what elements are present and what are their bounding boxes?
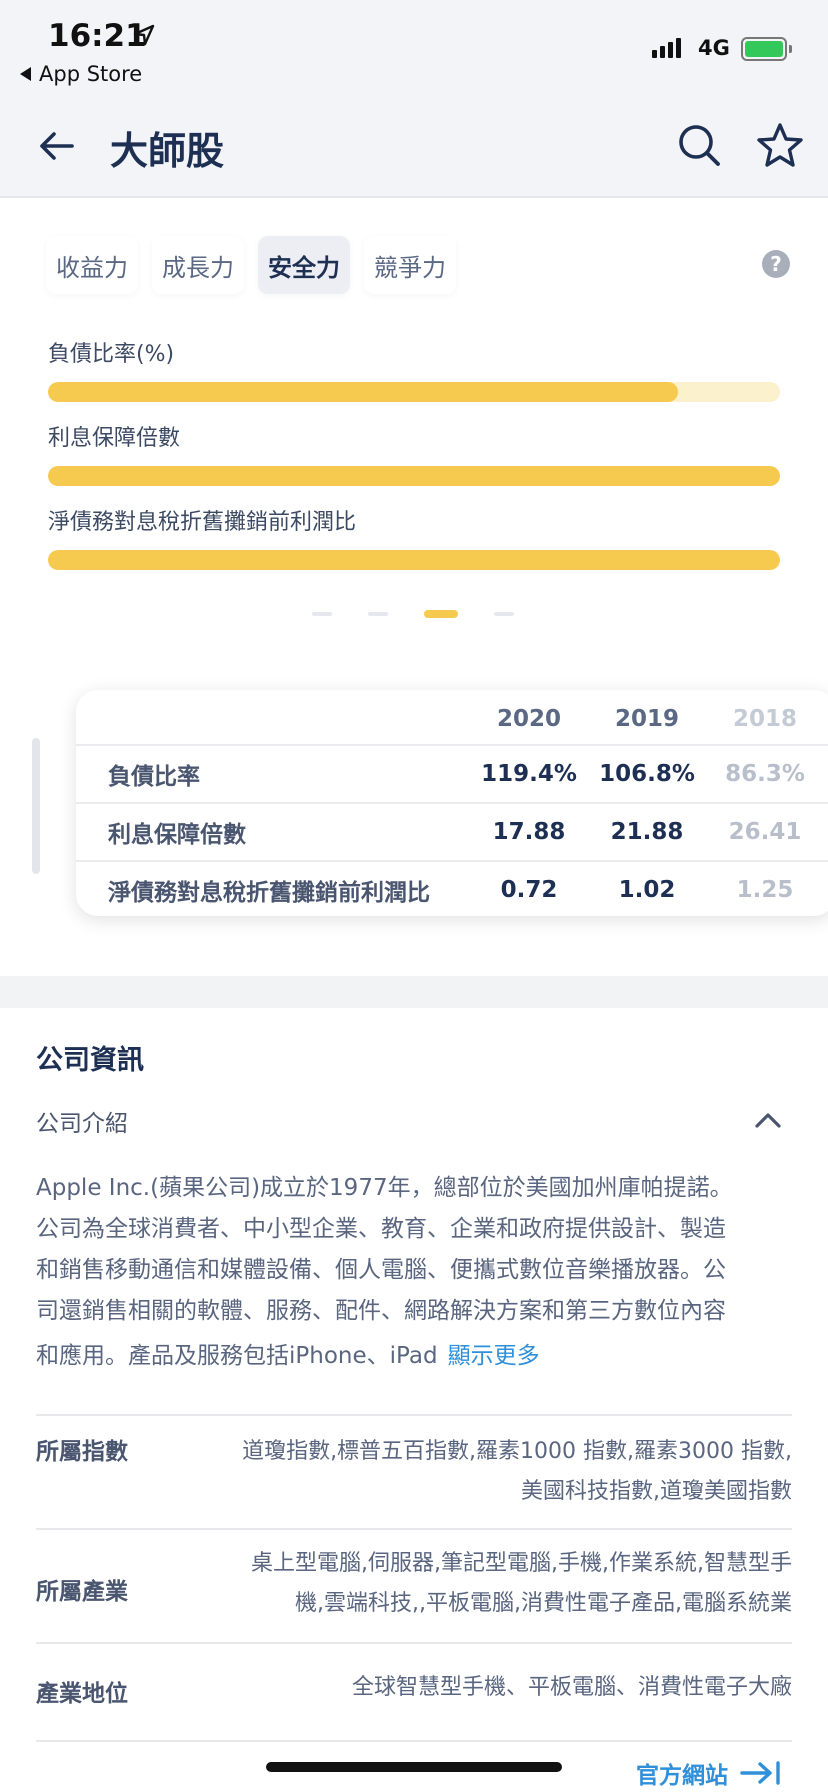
back-arrow-icon[interactable] bbox=[36, 126, 76, 166]
scroll-indicator bbox=[32, 738, 40, 874]
status-time: 16:21 bbox=[48, 18, 147, 54]
metric-label-interest-coverage: 利息保障倍數 bbox=[48, 426, 181, 451]
tab-safety[interactable]: 安全力 bbox=[258, 236, 350, 294]
detail-value: 道瓊指數,標普五百指數,羅素1000 指數,羅素3000 指數, 美國科技指數,… bbox=[242, 1432, 792, 1512]
table-cell: 17.88 bbox=[492, 819, 566, 845]
detail-value: 桌上型電腦,伺服器,筆記型電腦,手機,作業系統,智慧型手 機,雲端科技,,平板電… bbox=[251, 1544, 792, 1624]
detail-row-position: 產業地位 全球智慧型手機、平板電腦、消費性電子大廠 bbox=[36, 1642, 792, 1742]
company-info-title: 公司資訊 bbox=[36, 1045, 144, 1076]
detail-row-industry: 所屬產業 桌上型電腦,伺服器,筆記型電腦,手機,作業系統,智慧型手 機,雲端科技… bbox=[36, 1528, 792, 1642]
detail-line: 道瓊指數,標普五百指數,羅素1000 指數,羅素3000 指數, bbox=[242, 1439, 792, 1464]
section-divider bbox=[0, 976, 828, 1008]
table-cell: 26.41 bbox=[728, 819, 802, 845]
detail-row-index: 所屬指數 道瓊指數,標普五百指數,羅素1000 指數,羅素3000 指數, 美國… bbox=[36, 1414, 792, 1528]
table-row: 負債比率 119.4% 106.8% 86.3% bbox=[76, 744, 828, 802]
detail-key: 所屬產業 bbox=[36, 1579, 128, 1605]
table-cell: 1.25 bbox=[736, 877, 794, 903]
table-header-row: 2020 2019 2018 bbox=[76, 690, 828, 748]
location-arrow-icon bbox=[133, 24, 155, 46]
intro-line: 和應用。產品及服務包括iPhone、iPad bbox=[36, 1343, 438, 1369]
row-label: 負債比率 bbox=[108, 764, 200, 790]
year-header: 2020 bbox=[496, 706, 561, 732]
debt-ratio-bar bbox=[48, 382, 780, 402]
app-header: 16:21 App Store 4G 大師股 bbox=[0, 0, 828, 198]
table-row: 淨債務對息稅折舊攤銷前利潤比 0.72 1.02 1.25 bbox=[76, 860, 828, 916]
official-website-link[interactable]: 官方網站 bbox=[636, 1756, 782, 1790]
metrics-table[interactable]: 2020 2019 2018 負債比率 119.4% 106.8% 86.3% … bbox=[76, 690, 828, 916]
search-icon[interactable] bbox=[676, 122, 722, 168]
metric-label-debt-ratio: 負債比率(%) bbox=[48, 342, 175, 367]
detail-key: 產業地位 bbox=[36, 1681, 128, 1707]
metric-tabs: 收益力 成長力 安全力 競爭力 bbox=[46, 236, 456, 294]
intro-line: Apple Inc.(蘋果公司)成立於1977年，總部位於美國加州庫帕提諾。 bbox=[36, 1175, 733, 1201]
network-label: 4G bbox=[698, 36, 730, 60]
detail-line: 桌上型電腦,伺服器,筆記型電腦,手機,作業系統,智慧型手 bbox=[251, 1551, 792, 1576]
company-intro-title[interactable]: 公司介紹 bbox=[36, 1104, 128, 1138]
battery-icon bbox=[741, 37, 792, 61]
pager-dot[interactable] bbox=[494, 612, 514, 616]
back-app-label: App Store bbox=[39, 62, 143, 86]
row-label: 利息保障倍數 bbox=[108, 822, 246, 848]
detail-line: 全球智慧型手機、平板電腦、消費性電子大廠 bbox=[351, 1675, 792, 1700]
detail-value: 全球智慧型手機、平板電腦、消費性電子大廠 bbox=[352, 1668, 792, 1708]
official-website-label: 官方網站 bbox=[636, 1763, 728, 1789]
net-debt-ebitda-bar bbox=[48, 550, 780, 570]
metric-label-net-debt-ebitda: 淨債務對息稅折舊攤銷前利潤比 bbox=[48, 510, 357, 535]
table-cell: 0.72 bbox=[500, 877, 558, 903]
intro-line: 和銷售移動通信和媒體設備、個人電腦、便攜式數位音樂播放器。公 bbox=[36, 1257, 726, 1283]
year-header: 2018 bbox=[732, 706, 797, 732]
table-cell: 106.8% bbox=[599, 761, 695, 787]
back-to-app-store[interactable]: App Store bbox=[20, 62, 142, 86]
signal-icon bbox=[652, 38, 681, 58]
tab-profitability[interactable]: 收益力 bbox=[46, 236, 138, 294]
table-cell: 119.4% bbox=[481, 761, 577, 787]
intro-line: 司還銷售相關的軟體、服務、配件、網路解決方案和第三方數位內容 bbox=[36, 1298, 726, 1324]
pager-dot[interactable] bbox=[312, 612, 332, 616]
table-cell: 1.02 bbox=[618, 877, 676, 903]
star-icon[interactable] bbox=[756, 122, 804, 168]
help-icon[interactable]: ? bbox=[762, 250, 790, 278]
year-header: 2019 bbox=[614, 706, 679, 732]
company-intro-text: Apple Inc.(蘋果公司)成立於1977年，總部位於美國加州庫帕提諾。 公… bbox=[36, 1168, 794, 1377]
interest-coverage-bar bbox=[48, 466, 780, 486]
detail-line: 美國科技指數,道瓊美國指數 bbox=[521, 1479, 792, 1504]
show-more-link[interactable]: 顯示更多 bbox=[448, 1343, 540, 1369]
page-title: 大師股 bbox=[110, 129, 225, 173]
table-cell: 21.88 bbox=[610, 819, 684, 845]
intro-line: 公司為全球消費者、中小型企業、教育、企業和政府提供設計、製造 bbox=[36, 1216, 726, 1242]
tab-competitiveness[interactable]: 競爭力 bbox=[364, 236, 456, 294]
pager-dot[interactable] bbox=[368, 612, 388, 616]
row-label: 淨債務對息稅折舊攤銷前利潤比 bbox=[108, 880, 430, 906]
arrow-to-right-icon bbox=[740, 1761, 780, 1785]
home-indicator[interactable] bbox=[266, 1762, 562, 1772]
detail-key: 所屬指數 bbox=[36, 1439, 128, 1465]
table-cell: 86.3% bbox=[725, 761, 805, 787]
table-row: 利息保障倍數 17.88 21.88 26.41 bbox=[76, 802, 828, 860]
intro-line-last: 和應用。產品及服務包括iPhone、iPad 顯示更多 bbox=[36, 1336, 794, 1377]
back-triangle-icon bbox=[20, 67, 31, 81]
pager-dots[interactable] bbox=[312, 610, 514, 618]
pager-dot-active[interactable] bbox=[424, 610, 458, 618]
detail-divider bbox=[36, 1740, 792, 1742]
tab-growth[interactable]: 成長力 bbox=[152, 236, 244, 294]
detail-line: 機,雲端科技,,平板電腦,消費性電子產品,電腦系統業 bbox=[295, 1591, 792, 1616]
chevron-up-icon[interactable] bbox=[754, 1110, 782, 1130]
